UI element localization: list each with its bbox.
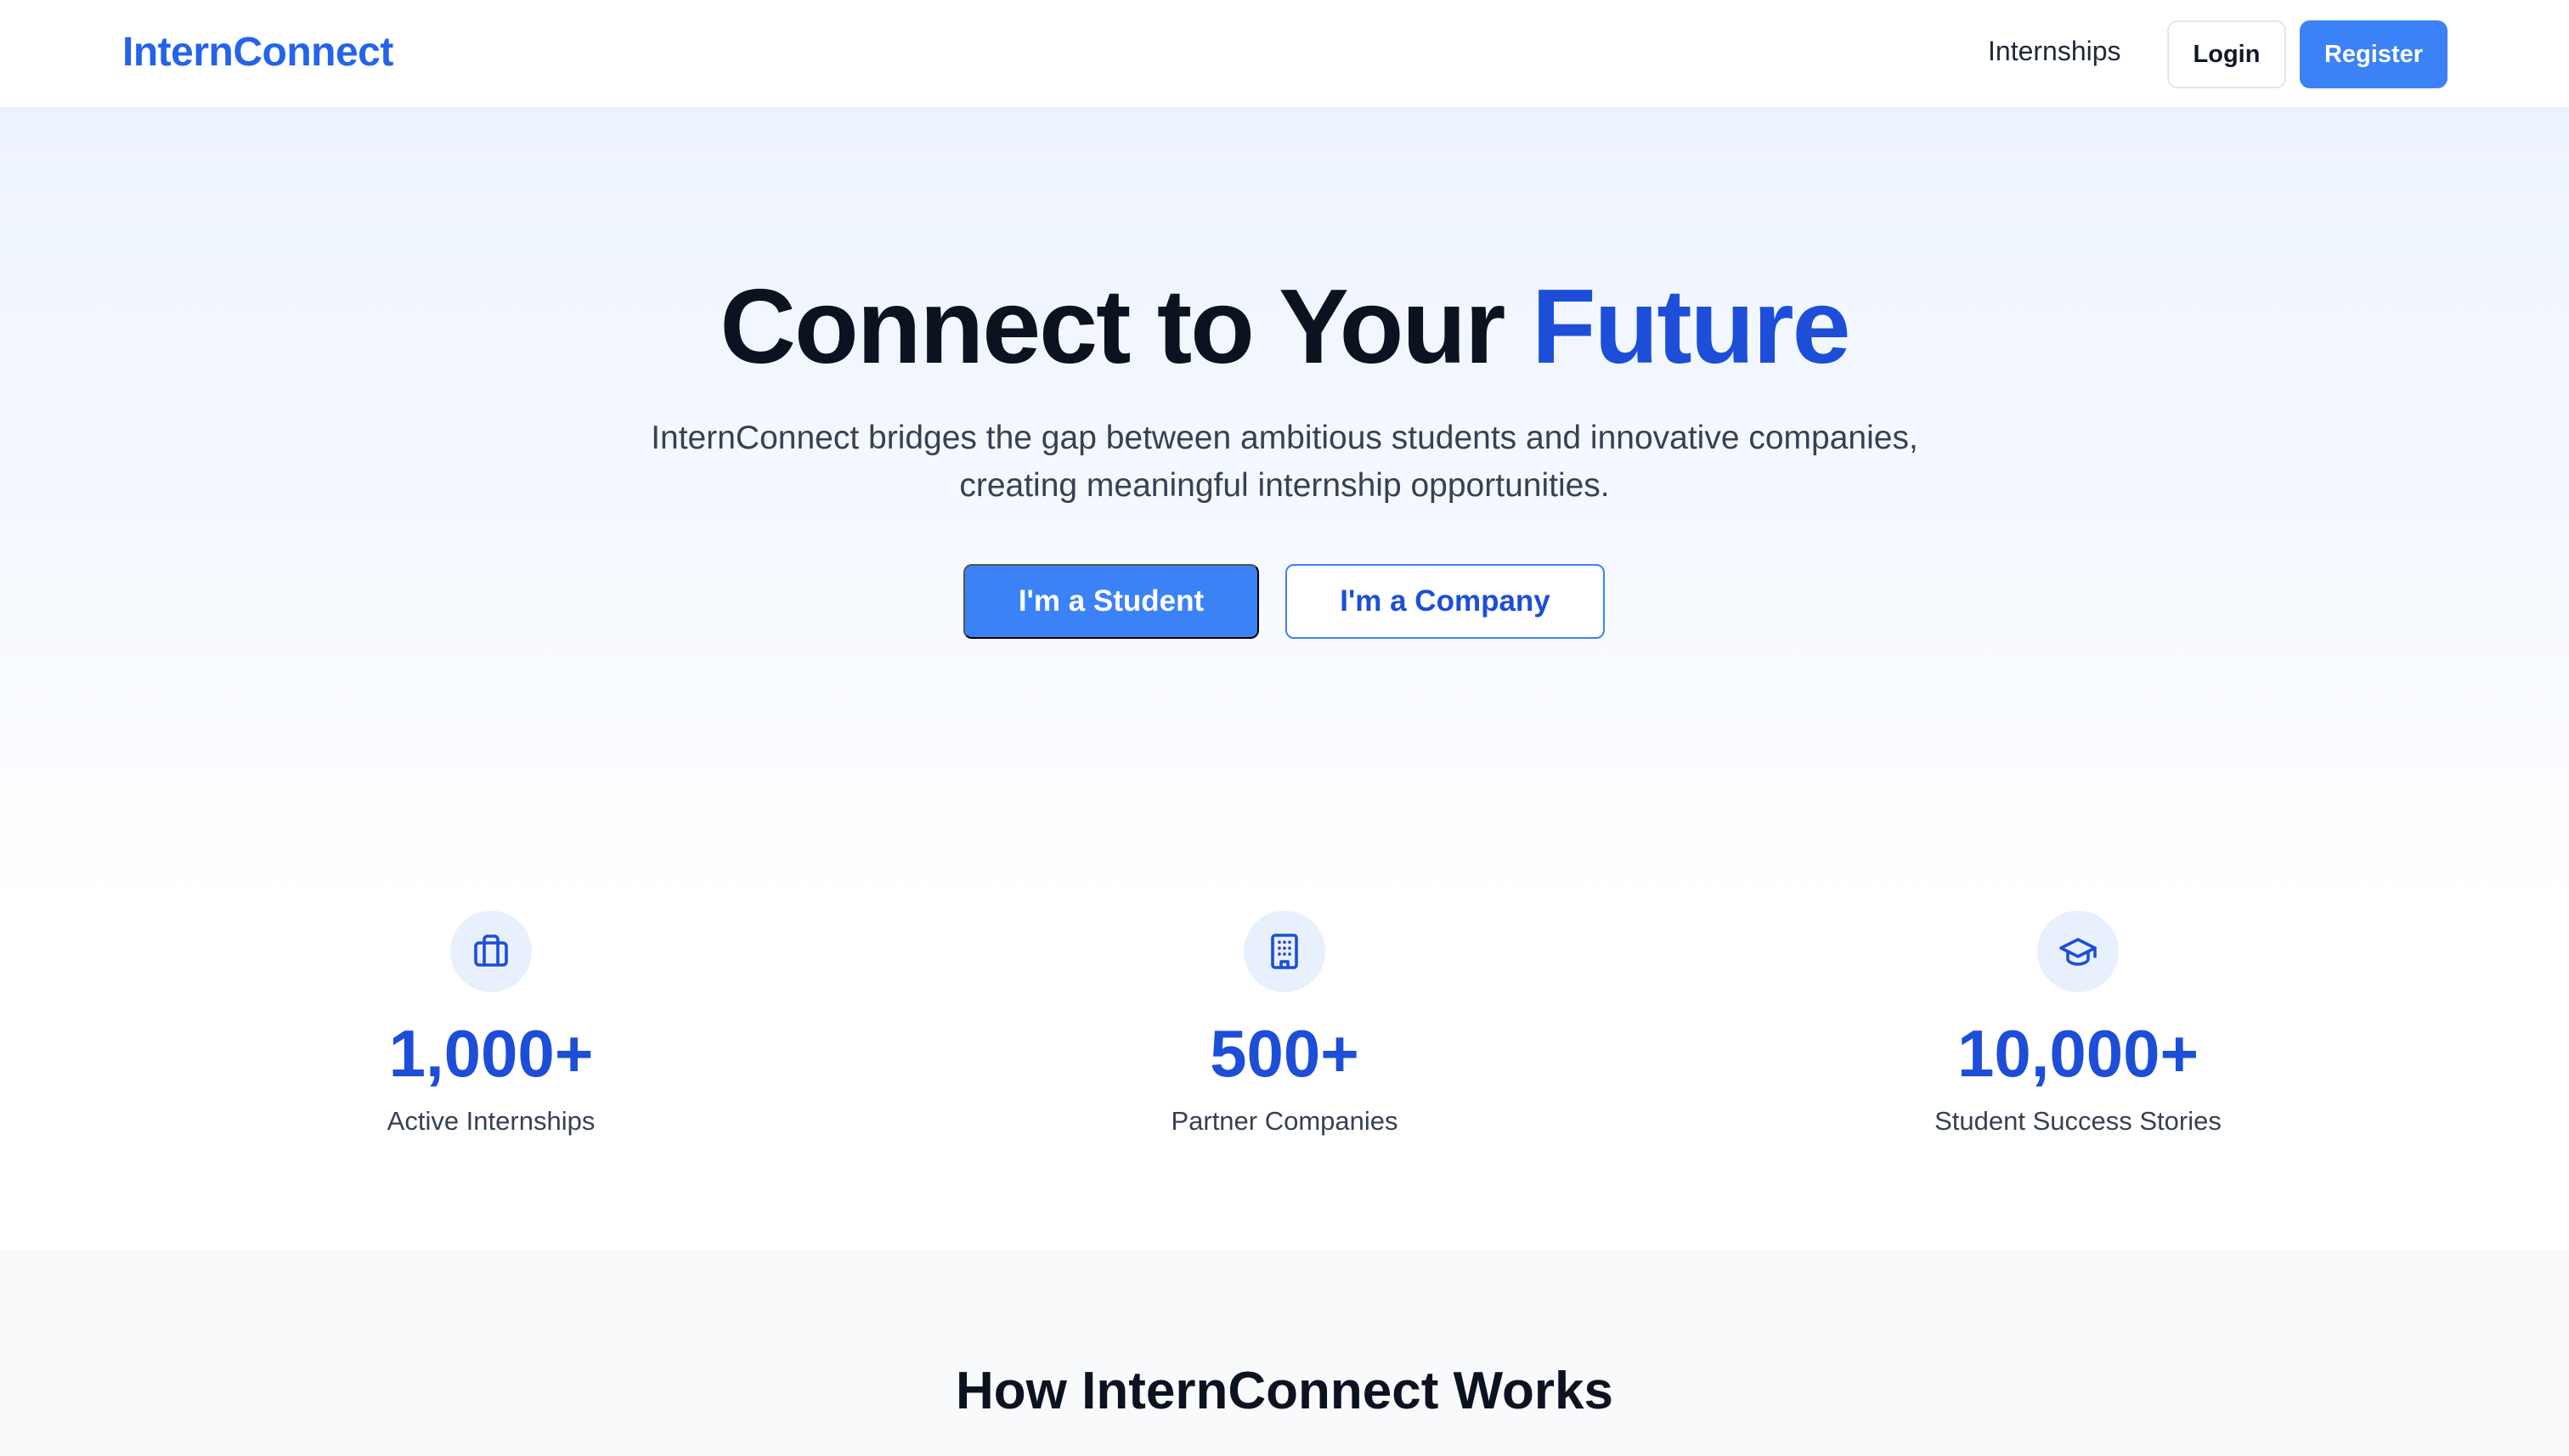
briefcase-icon [474,934,508,967]
hero-subtitle: InternConnect bridges the gap between am… [0,415,2569,510]
stat-icon-container [1244,911,1325,992]
nav-link-internships[interactable]: Internships [1988,36,2121,67]
login-button[interactable]: Login [2167,20,2286,88]
hero-subtitle-line1: InternConnect bridges the gap between am… [651,420,1918,456]
hero-title-main: Connect to Your [720,268,1532,386]
how-it-works-section: How InternConnect Works [0,1250,2569,1456]
stat-label: Partner Companies [1171,1106,1398,1136]
section-title: How InternConnect Works [956,1362,1613,1420]
hero-title: Connect to Your Future [0,267,2569,387]
stat-partner-companies: 500+ Partner Companies [1030,911,1539,1137]
company-cta-button[interactable]: I'm a Company [1285,564,1605,639]
building-icon [1271,934,1298,969]
stat-label: Active Internships [387,1106,596,1136]
stat-value: 1,000+ [388,1016,594,1091]
stat-icon-container [450,911,532,992]
hero-subtitle-line2: creating meaningful internship opportuni… [959,467,1610,504]
stat-value: 500+ [1210,1016,1359,1091]
graduation-cap-icon [2059,938,2097,966]
stat-icon-container [2037,911,2119,992]
stat-active-internships: 1,000+ Active Internships [236,911,746,1137]
top-navbar: InternConnect Internships Login Register [0,0,2569,109]
student-cta-button[interactable]: I'm a Student [963,564,1259,639]
register-button[interactable]: Register [2300,20,2448,88]
stat-value: 10,000+ [1956,1016,2199,1091]
hero-section: Connect to Your Future InternConnect bri… [0,109,2569,1250]
stat-student-success: 10,000+ Student Success Stories [1823,911,2333,1137]
logo[interactable]: InternConnect [122,29,393,76]
stat-label: Student Success Stories [1934,1106,2222,1136]
hero-title-accent: Future [1531,268,1851,386]
